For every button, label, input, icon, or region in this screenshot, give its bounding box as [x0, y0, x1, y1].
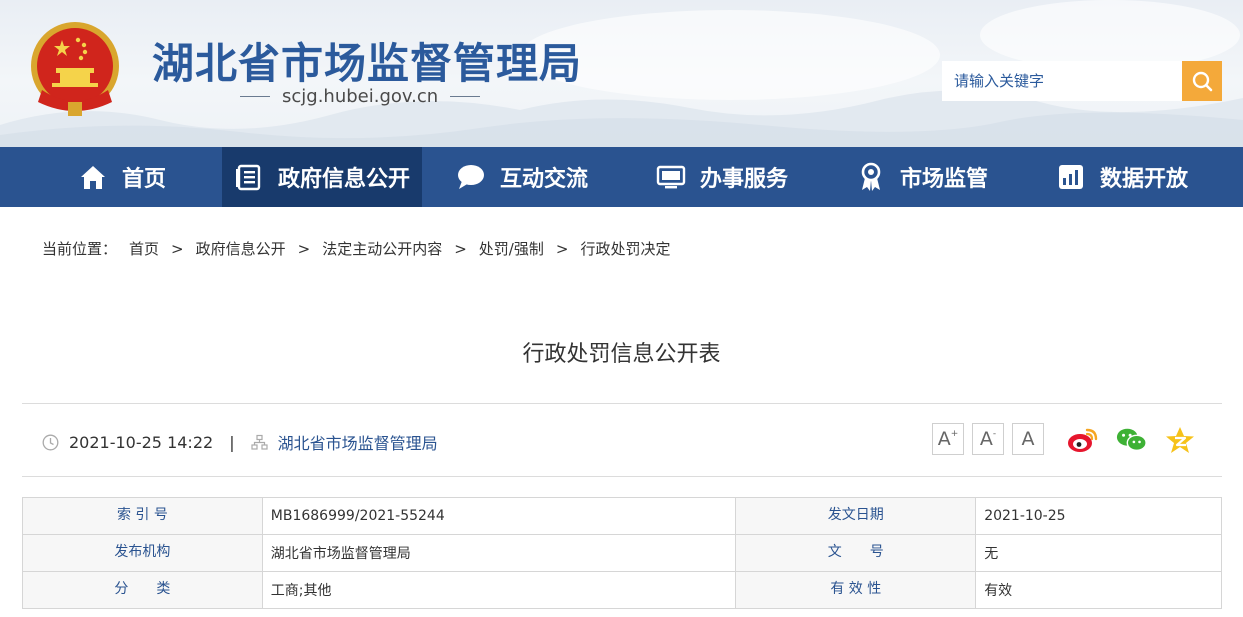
breadcrumb-link-decision[interactable]: 行政处罚决定: [580, 238, 670, 259]
organization-icon: [250, 434, 268, 451]
breadcrumb: 当前位置： 首页 > 政府信息公开 > 法定主动公开内容 > 处罚/强制 > 行…: [42, 238, 670, 259]
site-url-text: scjg.hubei.gov.cn: [282, 86, 439, 107]
publisher-name: 湖北省市场监督管理局: [277, 434, 438, 453]
site-title: 湖北省市场监督管理局: [152, 39, 583, 88]
national-emblem-icon: [31, 22, 119, 116]
site-header: 湖北省市场监督管理局 scjg.hubei.gov.cn: [0, 0, 1243, 147]
qzone-share-button[interactable]: [1164, 424, 1196, 456]
search-input[interactable]: [942, 61, 1182, 101]
award-badge-icon: [856, 162, 886, 192]
nav-item-label: 互动交流: [499, 167, 588, 192]
table-value: MB1686999/2021-55244: [261, 497, 737, 535]
background-mist: [980, 0, 1240, 70]
table-value: 有效: [975, 571, 1222, 609]
publish-date: 2021-10-25 14:22: [69, 432, 214, 452]
weibo-icon: [1068, 428, 1098, 452]
table-key: 文 号: [735, 534, 977, 572]
clock-icon: [42, 434, 59, 451]
table-key: 索 引 号: [22, 497, 263, 535]
wechat-icon: [1116, 428, 1147, 452]
nav-item-market-supervision[interactable]: 市场监管: [822, 147, 1022, 207]
home-icon: [78, 162, 108, 192]
breadcrumb-separator: >: [454, 239, 467, 258]
table-value: 工商;其他: [261, 571, 737, 609]
font-reset-button[interactable]: A: [1012, 423, 1044, 455]
font-decrease-mark: -: [992, 429, 997, 439]
search-icon: [1192, 71, 1213, 92]
breadcrumb-separator: >: [297, 239, 311, 258]
font-reset-label: A: [1021, 428, 1035, 450]
document-info-table: 索 引 号 MB1686999/2021-55244 发文日期 2021-10-…: [22, 497, 1222, 609]
font-increase-label: A: [937, 428, 951, 450]
nav-item-home[interactable]: 首页: [22, 147, 222, 207]
nav-item-services[interactable]: 办事服务: [622, 147, 822, 207]
nav-item-label: 政府信息公开: [277, 167, 410, 192]
main-nav: 首页 政府信息公开 互动交流 办事服务 市场监管 数据开放: [0, 147, 1243, 207]
decorative-line: [450, 96, 481, 97]
table-value: 2021-10-25: [975, 497, 1222, 535]
breadcrumb-link-gov-info[interactable]: 政府信息公开: [196, 238, 286, 259]
breadcrumb-link-home[interactable]: 首页: [129, 238, 159, 259]
breadcrumb-link-statutory[interactable]: 法定主动公开内容: [322, 238, 442, 259]
breadcrumb-link-penalty[interactable]: 处罚/强制: [479, 238, 544, 259]
nav-item-label: 首页: [121, 167, 166, 192]
nav-item-label: 市场监管: [899, 167, 988, 192]
meta-divider: |: [229, 432, 235, 452]
document-meta: 2021-10-25 14:22 | 湖北省市场监督管理局: [42, 430, 438, 454]
table-row: 索 引 号 MB1686999/2021-55244 发文日期 2021-10-…: [22, 497, 1222, 535]
breadcrumb-separator: >: [171, 239, 184, 258]
search-button[interactable]: [1182, 61, 1222, 101]
chart-icon: [1056, 162, 1086, 192]
table-value: 湖北省市场监督管理局: [261, 534, 737, 572]
nav-item-label: 数据开放: [1099, 167, 1188, 192]
font-decrease-label: A: [979, 428, 993, 450]
table-row: 发布机构 湖北省市场监督管理局 文 号 无: [22, 534, 1222, 572]
site-url: scjg.hubei.gov.cn: [240, 86, 490, 107]
nav-item-label: 办事服务: [699, 167, 788, 192]
font-decrease-button[interactable]: A-: [972, 423, 1004, 455]
breadcrumb-label: 当前位置：: [42, 240, 118, 258]
document-list-icon: [234, 162, 264, 192]
monitor-icon: [656, 162, 686, 192]
nav-item-interaction[interactable]: 互动交流: [422, 147, 622, 207]
decorative-line: [240, 96, 270, 97]
qzone-icon: [1166, 427, 1194, 453]
table-key: 分 类: [22, 571, 263, 609]
font-increase-button[interactable]: A +: [932, 423, 964, 455]
nav-item-open-data[interactable]: 数据开放: [1022, 147, 1222, 207]
chat-bubble-icon: [456, 162, 486, 192]
table-row: 分 类 工商;其他 有 效 性 有效: [22, 571, 1222, 609]
page-title: 行政处罚信息公开表: [522, 342, 721, 367]
table-key: 发文日期: [735, 497, 977, 535]
breadcrumb-separator: >: [555, 239, 569, 258]
nav-item-gov-info[interactable]: 政府信息公开: [222, 147, 422, 207]
wechat-share-button[interactable]: [1116, 424, 1148, 456]
font-increase-mark: +: [950, 429, 959, 439]
table-value: 无: [975, 534, 1222, 572]
divider-bottom: [22, 476, 1222, 477]
divider-top: [22, 403, 1222, 404]
weibo-share-button[interactable]: [1067, 424, 1099, 456]
table-key: 有 效 性: [735, 571, 977, 609]
table-key: 发布机构: [22, 534, 263, 572]
